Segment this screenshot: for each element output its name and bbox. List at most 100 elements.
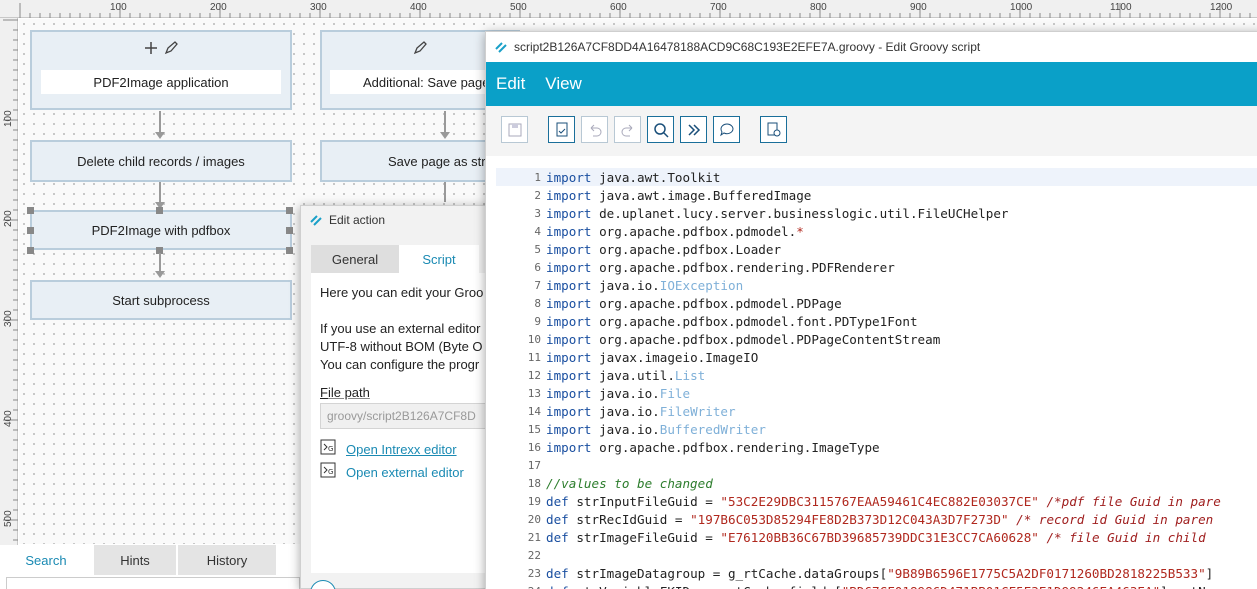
code-line[interactable]: 3 import de.uplanet.lucy.server.businessl… [496, 204, 1257, 222]
workflow-designer: 100 200 300 400 500 600 700 800 900 1000 1100 1200 … [0, 0, 1257, 589]
workflow-node-pdf2image-application[interactable]: PDF2Image application [30, 30, 292, 110]
code-line[interactable]: 10 import org.apache.pdfbox.pdmodel.PDPag… [496, 330, 1257, 348]
tab-script[interactable]: Script [399, 245, 479, 273]
comment-button[interactable] [713, 116, 740, 143]
workflow-node-start-subprocess[interactable]: Start subprocess [30, 280, 292, 320]
redo-button[interactable] [614, 116, 641, 143]
tab-history[interactable]: History [178, 545, 276, 575]
selection-handle[interactable] [286, 207, 293, 214]
code-text: def strVariableFKID = g_rtCache.fields["… [546, 584, 1206, 589]
ruler-label: 100 [110, 2, 127, 13]
code-line[interactable]: 13 import java.io.File [496, 384, 1257, 402]
selection-handle[interactable] [27, 227, 34, 234]
code-token: import [546, 439, 592, 455]
code-line[interactable]: 17 [496, 456, 1257, 474]
check-script-button[interactable] [548, 116, 575, 143]
code-token: java.io. [591, 277, 660, 293]
node-label: Start subprocess [112, 292, 210, 308]
workflow-node-pdf2image-with-pdfbox[interactable]: PDF2Image with pdfbox [30, 210, 292, 250]
code-token: strRecIdGuid = [568, 511, 691, 527]
description-line-2: If you use an external editor [320, 321, 481, 336]
code-token: "197B6C053D85294FE8D2B373D12C043A3D7F273… [690, 511, 1009, 527]
node-label: Additional: Save page [330, 70, 510, 94]
workflow-node-delete-child-records[interactable]: Delete child records / images [30, 140, 292, 182]
app-logo-icon [494, 40, 508, 54]
code-line[interactable]: 14 import java.io.FileWriter [496, 402, 1257, 420]
description-line-4: You can configure the progr [320, 357, 480, 372]
code-text: def strRecIdGuid = "197B6C053D85294FE8D2… [546, 512, 1213, 527]
save-button[interactable] [501, 116, 528, 143]
tab-general[interactable]: General [311, 245, 399, 273]
tab-hints[interactable]: Hints [94, 545, 176, 575]
code-token: org.apache.pdfbox.Loader [591, 241, 782, 257]
code-token: File [659, 385, 691, 401]
code-token: javax.imageio.ImageIO [591, 349, 759, 365]
connector-line [159, 182, 161, 202]
undo-button[interactable] [581, 116, 608, 143]
tab-search[interactable]: Search [0, 545, 92, 575]
code-line[interactable]: 2 import java.awt.image.BufferedImage [496, 186, 1257, 204]
open-external-editor-link[interactable]: G Open external editor [320, 462, 464, 482]
code-token: /* record id Guid in paren [1016, 511, 1214, 527]
line-number: 18 [527, 476, 541, 490]
code-text: def strImageDatagroup = g_rtCache.dataGr… [546, 566, 1213, 581]
save-icon [508, 123, 521, 136]
file-path-label-rest: ile path [327, 385, 370, 400]
help-button[interactable] [310, 580, 336, 589]
ruler-label: 300 [3, 310, 14, 327]
code-line[interactable]: 19 def strInputFileGuid = "53C2E29DBC3115… [496, 492, 1257, 510]
double-chevron-right-icon [687, 123, 700, 136]
code-text: import java.awt.Toolkit [546, 170, 720, 185]
code-line[interactable]: 9 import org.apache.pdfbox.pdmodel.font.P… [496, 312, 1257, 330]
code-token: import [546, 277, 592, 293]
code-text: import javax.imageio.ImageIO [546, 350, 758, 365]
menu-bar: Edit View [486, 62, 1257, 106]
settings-button[interactable] [760, 116, 787, 143]
line-number: 16 [527, 440, 541, 454]
menu-edit[interactable]: Edit [486, 74, 535, 94]
code-line[interactable]: 12 import java.util.List [496, 366, 1257, 384]
code-line[interactable]: 24def strVariableFKID = g_rtCache.fields… [496, 582, 1257, 589]
code-line[interactable]: 6 import org.apache.pdfbox.rendering.PDFR… [496, 258, 1257, 276]
selection-handle[interactable] [156, 207, 163, 214]
window-titlebar[interactable]: script2B126A7CF8DD4A16478188ACD9C68C193E… [486, 32, 1257, 62]
code-token: "53C2E29DBC3115767EAA59461C4EC882E03037C… [720, 493, 1039, 509]
code-text: import java.io.File [546, 386, 690, 401]
search-button[interactable] [647, 116, 674, 143]
goto-button[interactable] [680, 116, 707, 143]
selection-handle[interactable] [286, 227, 293, 234]
code-line[interactable]: 7 import java.io.IOException [496, 276, 1257, 294]
code-editor[interactable]: 1 import java.awt.Toolkit 2 import java.awt… [496, 158, 1257, 589]
code-line[interactable]: 23 def strImageDatagroup = g_rtCache.data… [496, 564, 1257, 582]
code-line[interactable]: 11 import javax.imageio.ImageIO [496, 348, 1257, 366]
selection-handle[interactable] [27, 247, 34, 254]
connector-line [444, 182, 446, 202]
open-external-editor-text[interactable]: Open external editor [346, 465, 464, 480]
file-path-field[interactable]: groovy/script2B126A7CF8D [320, 403, 500, 429]
code-line[interactable]: 21 def strImageFileGuid = "E76120BB36C67B… [496, 528, 1257, 546]
code-line[interactable]: 16 import org.apache.pdfbox.rendering.Ima… [496, 438, 1257, 456]
code-token: import [546, 367, 592, 383]
code-line[interactable]: 8 import org.apache.pdfbox.pdmodel.PDPage [496, 294, 1257, 312]
menu-view[interactable]: View [535, 74, 592, 94]
open-intrexx-editor-text[interactable]: Open Intrexx editor [346, 442, 457, 457]
code-line[interactable]: 15 import java.io.BufferedWriter [496, 420, 1257, 438]
search-input[interactable] [6, 577, 300, 589]
code-line[interactable]: 22 [496, 546, 1257, 564]
code-line[interactable]: 20 def strRecIdGuid = "197B6C053D85294FE8… [496, 510, 1257, 528]
ruler-label: 700 [710, 2, 727, 13]
code-line[interactable]: 1 import java.awt.Toolkit [496, 168, 1257, 186]
open-intrexx-editor-link[interactable]: G Open Intrexx editor [320, 439, 457, 459]
code-line[interactable]: 5 import org.apache.pdfbox.Loader [496, 240, 1257, 258]
code-line[interactable]: 4 import org.apache.pdfbox.pdmodel.* [496, 222, 1257, 240]
code-token: import [546, 223, 592, 239]
code-text: import org.apache.pdfbox.pdmodel.PDPageC… [546, 332, 940, 347]
code-token: import [546, 205, 592, 221]
selection-handle[interactable] [27, 207, 34, 214]
code-token: def [546, 565, 569, 581]
ruler-label: 400 [3, 410, 14, 427]
code-line[interactable]: 18 //values to be changed [496, 474, 1257, 492]
selection-handle[interactable] [286, 247, 293, 254]
ruler-label: 200 [210, 2, 227, 13]
